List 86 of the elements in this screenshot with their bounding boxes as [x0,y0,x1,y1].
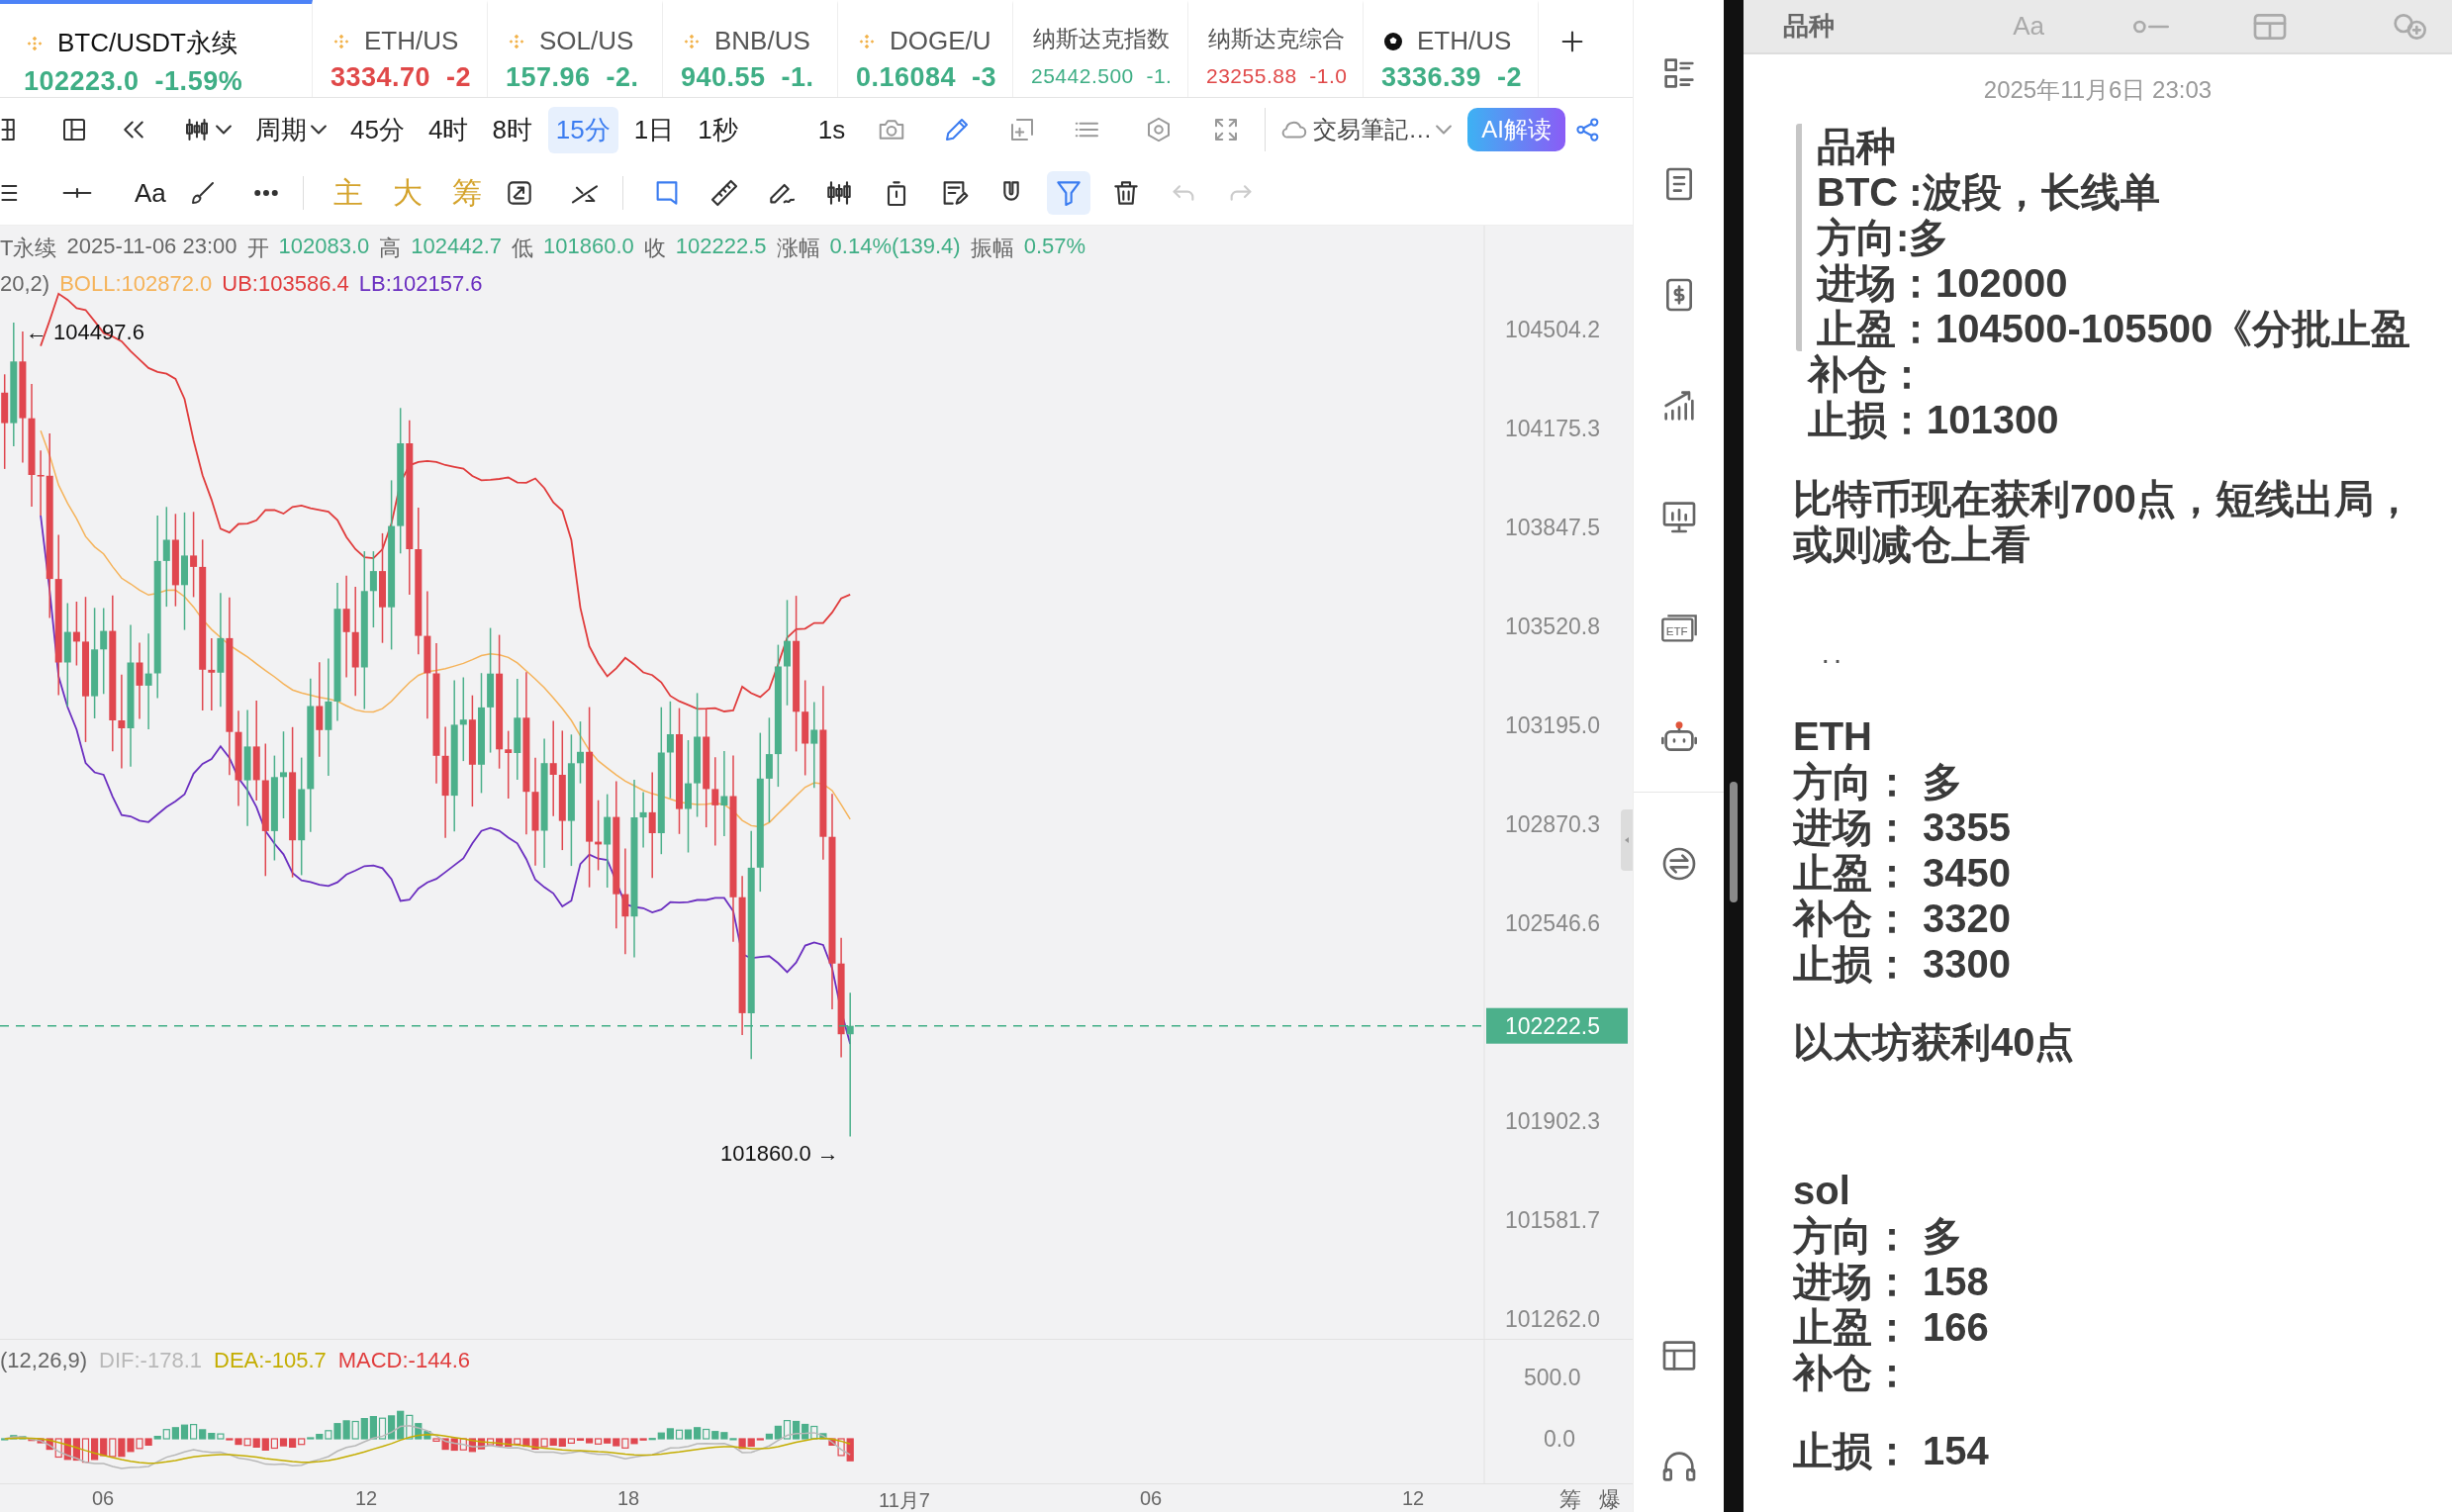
time-axis-label: 12 [355,1487,378,1511]
ohlc-label: 收 [643,235,666,263]
note-title: 品种 [1783,10,1835,43]
interval-tab[interactable]: 8时 [484,106,540,153]
price-axis-label: 101581.7 [1505,1207,1600,1234]
low-price-marker: 101860.0 → [720,1140,839,1166]
symbol-tab[interactable]: 纳斯达克指数 25442.500 -1. [1013,0,1188,98]
macd-value: MACD:-144.6 [337,1348,470,1374]
price-axis-label: 103520.8 [1505,614,1600,640]
note-line: 止盈：104500-105500《分批止盈 [1817,306,2412,351]
note-line: sol [1793,1168,1851,1213]
price-axis-label: 104504.2 [1505,317,1600,343]
note-line: 止损： 154 [1793,1428,1990,1473]
price-axis-label: 102870.3 [1505,811,1600,838]
time-axis-label: 18 [617,1487,640,1511]
note-line: 止盈： 166 [1793,1304,1990,1350]
symbol-tab[interactable]: 纳斯达克综合 23255.88 -1.0 [1188,0,1364,98]
text-tool-button[interactable]: Aa [127,171,174,215]
axis-toggle[interactable]: 筹 [1559,1485,1581,1512]
note-timestamp: 2025年11月6日 23:03 [1982,75,2214,105]
note-line: 进场：102000 [1817,260,2069,306]
macd-axis-label: 500.0 [1524,1365,1581,1391]
interval-tab[interactable]: 45分 [342,106,413,153]
seconds-button[interactable]: 1s [809,108,854,151]
ohlc-label: 开 [246,235,269,263]
note-line: 补仓： [1808,351,1928,397]
note-line: 止盈： 3450 [1793,850,2013,896]
period-dropdown[interactable]: 周期 [247,106,334,153]
ohlc-value: 102442.7 [411,234,503,261]
note-line: 品种 [1817,124,1897,169]
price-axis-label: 103847.5 [1505,515,1600,541]
ohlc-label: 高 [379,235,402,263]
symbol-name: T永续 [0,235,57,263]
ohlc-value: 102083.0 [278,234,370,261]
symbol-tab[interactable]: ETH/US 3334.70 -2 [313,0,488,98]
indicator-params: (12,26,9) [0,1348,88,1374]
note-line: · · [1823,649,1842,674]
note-line: 比特币现在获利700点，短线出局， [1793,476,2414,521]
boll-value: BOLL:102872.0 [59,271,213,298]
interval-tab[interactable]: 1秒 [690,106,746,153]
boll-value: UB:103586.4 [222,271,349,298]
note-line: 补仓： 3320 [1793,896,2013,941]
interval-tab[interactable]: 1日 [625,106,683,153]
time-axis-label: 06 [1140,1487,1163,1511]
symbol-tab[interactable]: BNB/US 940.55 -1. [663,0,838,98]
price-axis-label: 101902.3 [1505,1108,1600,1135]
note-line: 方向： 多 [1793,759,1964,804]
ohlc-label: 涨幅 [776,235,820,263]
macd-axis-label: 0.0 [1544,1426,1575,1453]
symbol-tab[interactable]: SOL/US 157.96 -2. [488,0,663,98]
price-axis-label: 102546.6 [1505,910,1600,937]
ohlc-value: 0.57% [1023,234,1086,261]
price-axis-label: 103195.0 [1505,712,1600,739]
ohlc-label: 低 [512,235,534,263]
ohlc-label: 振幅 [970,235,1014,263]
note-line: 补仓： [1793,1350,1913,1395]
time-axis-label: 12 [1402,1487,1425,1511]
trade-notes-dropdown[interactable]: 交易筆記… [1265,108,1461,152]
interval-tab[interactable]: 4时 [420,106,477,153]
symbol-tab[interactable]: BTC/USDT永续 102223.0 -1.59% [0,0,313,98]
note-line: ETH [1793,713,1873,759]
bar-time: 2025-11-06 23:00 [66,234,237,261]
ohlc-value: 101860.0 [543,234,634,261]
time-axis-label: 11月7 [879,1488,930,1512]
note-line: 止损：101300 [1808,397,2060,442]
ohlc-value: 0.14%(139.4) [829,234,961,261]
note-line: 方向:多 [1817,215,1950,260]
note-line: 方向： 多 [1793,1213,1964,1259]
note-line: 进场： 3355 [1793,804,2013,850]
time-axis-label: 06 [92,1487,115,1511]
indicator-params: 20,2) [0,271,50,298]
note-line: BTC :波段，长线单 [1817,169,2161,215]
last-price-tag: 102222.5 [1486,1007,1628,1044]
note-line: 进场： 158 [1793,1259,1990,1304]
price-axis-label: 101262.0 [1505,1306,1600,1333]
note-line: 止损： 3300 [1793,941,2013,987]
price-axis-label: 104175.3 [1505,416,1600,442]
symbol-tab[interactable]: ETH/US 3336.39 -2 [1364,0,1539,98]
axis-toggle[interactable]: 爆 [1599,1485,1621,1512]
ohlc-value: 102222.5 [675,234,767,261]
symbol-tab[interactable]: DOGE/U 0.16084 -3 [838,0,1013,98]
boll-value: LB:102157.6 [358,271,483,298]
macd-value: DIF:-178.1 [99,1348,202,1374]
note-line: 以太坊获利40点 [1793,1019,2076,1065]
macd-value: DEA:-105.7 [214,1348,327,1374]
note-line: 或则减仓上看 [1793,521,2031,567]
